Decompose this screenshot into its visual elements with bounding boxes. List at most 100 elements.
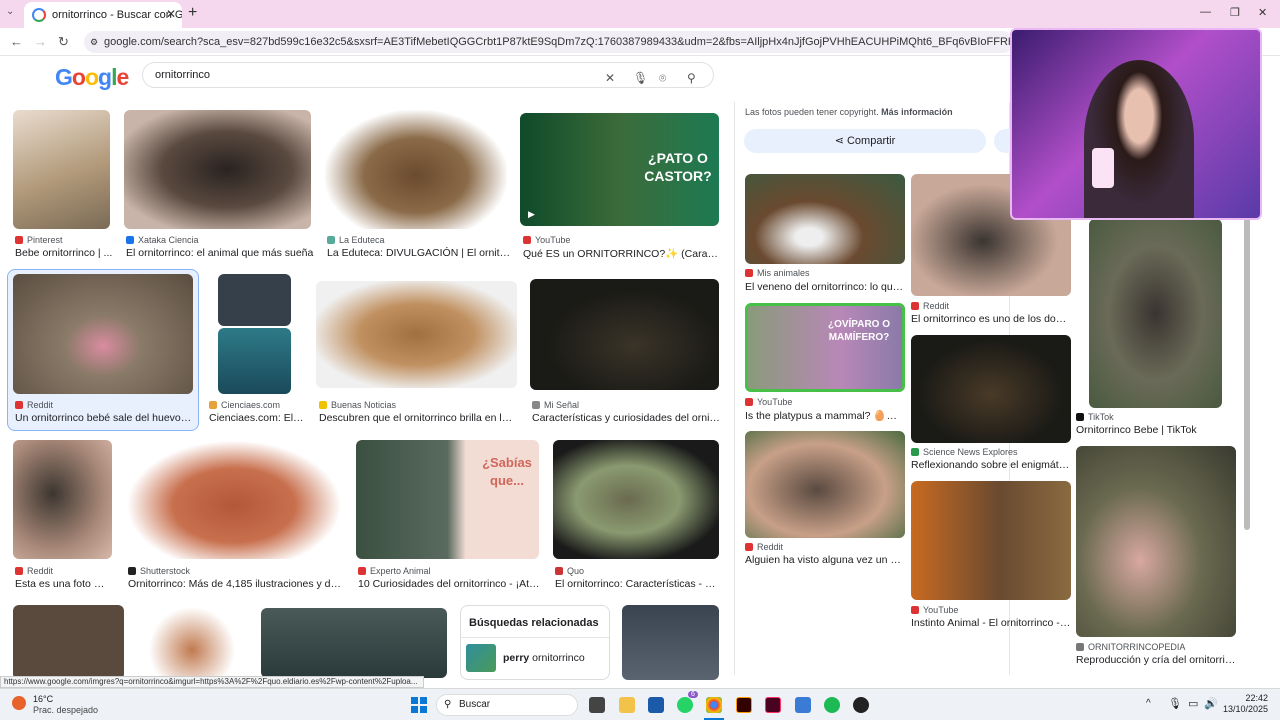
google-logo[interactable]: Google [55, 64, 129, 91]
whatsapp-icon[interactable] [677, 697, 693, 713]
clock-date[interactable]: 13/10/2025 [1214, 704, 1268, 714]
image-title-10[interactable]: Ornitorrinco: Más de 4,185 ilustraciones… [128, 578, 342, 590]
image-title-4[interactable]: Qué ES un ORNITORRINCO?✨ (Caracter... [523, 247, 719, 260]
source-label: TikTok [1088, 412, 1114, 422]
app-icon[interactable] [795, 697, 811, 713]
microphone-icon[interactable]: 🎙 [633, 66, 648, 90]
image-thumb-10[interactable] [126, 440, 342, 559]
more-info-link[interactable]: Más información [881, 107, 953, 117]
image-source-4: YouTube [523, 235, 570, 245]
store-icon[interactable] [648, 697, 664, 713]
image-thumb-1[interactable] [13, 110, 110, 229]
panel-title-3[interactable]: Ornitorrinco Bebe | TikTok [1076, 424, 1236, 436]
image-title-11[interactable]: 10 Curiosidades del ornitorrinco - ¡Aten… [358, 578, 540, 590]
image-thumb-4[interactable]: ¿PATO O CASTOR? ▶ [520, 113, 719, 226]
spotify-icon[interactable] [824, 697, 840, 713]
image-thumb-9[interactable] [13, 440, 112, 559]
image-title-12[interactable]: El ornitorrinco: Características - Quo [555, 578, 720, 590]
image-title-8[interactable]: Características y curiosidades del ornit… [532, 412, 722, 424]
site-info-icon[interactable]: ⚙ [90, 31, 98, 53]
tab-list-icon[interactable]: ⌄ [6, 6, 14, 17]
panel-title-7[interactable]: Instinto Animal - El ornitorrinco - Yo..… [911, 617, 1071, 629]
image-title-9[interactable]: Esta es una foto de... [15, 578, 110, 590]
reload-icon[interactable]: ↻ [58, 34, 69, 50]
image-thumb-2[interactable] [124, 110, 311, 229]
image-title-3[interactable]: La Eduteca: DIVULGACIÓN | El ornitor... [327, 247, 512, 259]
chrome-icon[interactable] [706, 697, 722, 713]
panel-thumb-8[interactable] [1076, 446, 1236, 637]
tray-chevron-icon[interactable]: ^ [1146, 698, 1151, 709]
reddit-icon [15, 567, 23, 575]
source-label: YouTube [923, 605, 959, 615]
panel-title-5[interactable]: Reflexionando sobre el enigmático... [911, 459, 1071, 471]
tab-close-icon[interactable]: ✕ [166, 7, 176, 21]
source-label: Cienciaes.com [221, 400, 281, 410]
file-explorer-icon[interactable] [619, 697, 635, 713]
image-title-7[interactable]: Descubren que el ornitorrinco brilla en … [319, 412, 514, 424]
back-icon[interactable]: ← [10, 34, 23, 49]
image-thumb-5[interactable] [13, 274, 193, 394]
panel-thumb-7[interactable] [911, 481, 1071, 600]
panel-thumb-1[interactable] [745, 174, 905, 264]
image-thumb-3[interactable] [325, 110, 507, 229]
image-thumb-14[interactable] [136, 605, 248, 680]
task-view-icon[interactable] [589, 697, 605, 713]
network-icon[interactable]: ▭ [1188, 697, 1198, 710]
related-thumb[interactable] [466, 644, 496, 672]
url-field[interactable]: ⚙ google.com/search?sca_esv=827bd599c16e… [84, 31, 1014, 53]
source-label: Mis animales [757, 268, 810, 278]
panel-source-4: YouTube [745, 397, 792, 407]
image-title-5[interactable]: Un ornitorrinco bebé sale del huevo si..… [15, 412, 193, 424]
image-thumb-16[interactable] [622, 605, 719, 680]
tab-active[interactable]: ornitorrinco - Buscar con Goog ✕ [24, 2, 182, 28]
image-thumb-8[interactable] [530, 279, 719, 390]
image-thumb-6b[interactable] [218, 328, 291, 394]
panel-thumb-4[interactable]: ¿OVÍPARO O MAMÍFERO? [745, 303, 905, 392]
microphone-tray-icon[interactable]: 🎙 [1168, 697, 1182, 710]
panel-thumb-5[interactable] [911, 335, 1071, 443]
cienciaes-icon [209, 401, 217, 409]
minimize-icon[interactable]: — [1200, 6, 1211, 18]
clear-icon[interactable]: ✕ [605, 66, 615, 90]
window-close-icon[interactable]: ✕ [1258, 6, 1267, 19]
url-text: google.com/search?sca_esv=827bd599c16e32… [104, 36, 1014, 48]
illustrator-icon[interactable] [736, 697, 752, 713]
image-thumb-6a[interactable] [218, 274, 291, 326]
panel-title-8[interactable]: Reproducción y cría del ornitorrinc... [1076, 654, 1236, 666]
weather-icon[interactable] [12, 696, 26, 710]
panel-title-2[interactable]: El ornitorrinco es uno de los dos ú... [911, 313, 1071, 325]
search-icon: ⚲ [444, 699, 452, 710]
image-title-1[interactable]: Bebe ornitorrinco | ... [15, 247, 115, 259]
start-icon[interactable] [411, 697, 427, 713]
source-label: Pinterest [27, 235, 63, 245]
forward-icon[interactable]: → [34, 34, 47, 49]
image-title-6[interactable]: Cienciaes.com: El ... [209, 412, 304, 424]
clock-time[interactable]: 22:42 [1222, 693, 1268, 703]
maximize-icon[interactable]: ❐ [1230, 6, 1240, 19]
panel-title-4[interactable]: Is the platypus a mammal? 🥚🐊 |... [745, 409, 905, 422]
search-box[interactable]: ornitorrinco ✕ 🎙 ⌾ ⚲ [142, 62, 714, 88]
lens-icon[interactable]: ⌾ [659, 66, 666, 90]
search-icon[interactable]: ⚲ [687, 66, 696, 90]
image-thumb-7[interactable] [316, 281, 517, 388]
panel-thumb-6[interactable] [745, 431, 905, 538]
panel-title-1[interactable]: El veneno del ornitorrinco: lo que d... [745, 281, 905, 293]
weather-desc: Prac. despejado [33, 705, 99, 715]
image-thumb-12[interactable] [553, 440, 719, 559]
new-tab-icon[interactable]: + [188, 4, 197, 22]
image-title-2[interactable]: El ornitorrinco: el animal que más sueña [126, 247, 316, 259]
panel-thumb-3[interactable] [1089, 219, 1222, 408]
image-thumb-15[interactable] [261, 608, 447, 678]
image-thumb-11[interactable]: ¿Sabías que... [356, 440, 539, 559]
obs-icon[interactable] [853, 697, 869, 713]
taskbar-search[interactable]: ⚲ Buscar [436, 694, 578, 716]
indesign-icon[interactable] [765, 697, 781, 713]
divider [461, 637, 609, 638]
image-thumb-13[interactable] [13, 605, 124, 680]
share-button[interactable]: ⋖ Compartir [744, 129, 986, 153]
related-item-bold: perry [503, 652, 530, 664]
related-item-perry[interactable]: perry ornitorrinco [503, 652, 585, 664]
panel-title-6[interactable]: Alguien ha visto alguna vez un orni... [745, 554, 905, 566]
source-label: Science News Explores [923, 447, 1018, 457]
status-bar-url: https://www.google.com/imgres?q=ornitorr… [0, 676, 424, 688]
